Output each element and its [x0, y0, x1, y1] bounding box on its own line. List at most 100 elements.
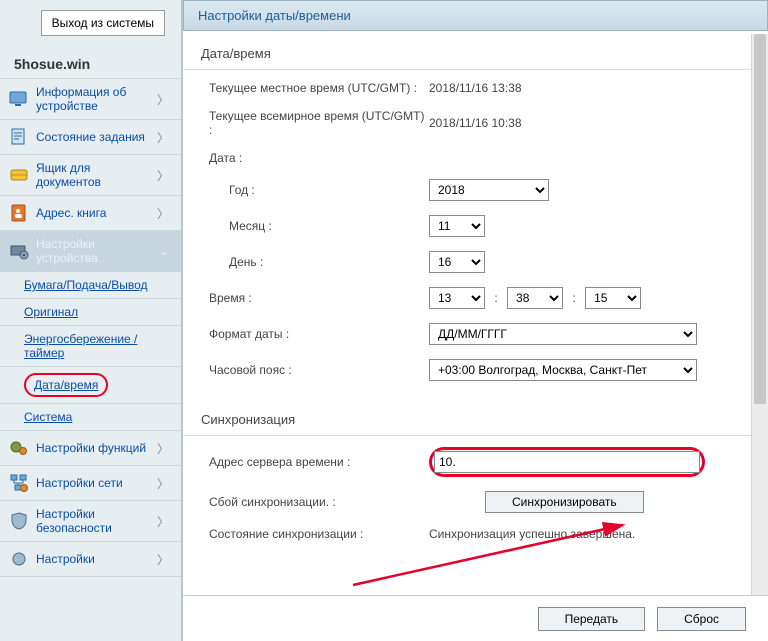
server-input-highlight [429, 447, 705, 477]
sidebar-sublist: Бумага/Подача/Вывод Оригинал Энергосбере… [0, 272, 181, 431]
page-icon [8, 126, 30, 148]
sidebar-item-doc-box[interactable]: Ящик для документов 〉 [0, 155, 181, 196]
panel-content: Дата/время Текущее местное время (UTC/GM… [183, 34, 768, 595]
row-timezone: Часовой пояс : +03:00 Волгоград, Москва,… [183, 352, 768, 388]
sub-item-paper[interactable]: Бумага/Подача/Вывод [0, 272, 181, 299]
chevron-right-icon: 〉 [157, 129, 173, 146]
sidebar-item-label: Настройки безопасности [36, 507, 157, 535]
row-year: Год : 2018 [183, 172, 768, 208]
row-world-time: Текущее всемирное время (UTC/GMT) : 2018… [183, 102, 768, 144]
chevron-right-icon: 〉 [157, 513, 173, 530]
network-icon [8, 472, 30, 494]
colon-separator: : [566, 291, 581, 305]
printer-gear-icon [8, 240, 30, 262]
sub-item-label: Дата/время [24, 373, 108, 397]
date-format-select[interactable]: ДД/ММ/ГГГГ [429, 323, 697, 345]
gears-icon [8, 437, 30, 459]
sidebar-item-network-settings[interactable]: Настройки сети 〉 [0, 466, 181, 501]
chevron-right-icon: 〉 [157, 440, 173, 457]
sidebar-item-label: Настройки сети [36, 476, 157, 490]
sub-item-original[interactable]: Оригинал [0, 299, 181, 326]
sub-item-label: Система [24, 410, 72, 424]
time-label: Время : [183, 291, 429, 305]
sidebar-item-label: Состояние задания [36, 130, 157, 144]
row-month: Месяц : 11 [183, 208, 768, 244]
reset-button[interactable]: Сброс [657, 607, 746, 631]
row-date-format: Формат даты : ДД/ММ/ГГГГ [183, 316, 768, 352]
minute-select[interactable]: 38 [507, 287, 563, 309]
sync-button[interactable]: Синхронизировать [485, 491, 644, 513]
footer-bar: Передать Сброс [183, 595, 768, 641]
sub-item-system[interactable]: Система [0, 404, 181, 431]
sidebar: Выход из системы 5hosue.win Информация о… [0, 0, 183, 641]
panel-title: Настройки даты/времени [183, 0, 768, 31]
hour-select[interactable]: 13 [429, 287, 485, 309]
chevron-right-icon: 〉 [157, 167, 173, 184]
sidebar-item-label: Информация об устройстве [36, 85, 157, 113]
row-sync-state: Состояние синхронизации : Синхронизация … [183, 520, 768, 548]
timezone-select[interactable]: +03:00 Волгоград, Москва, Санкт-Пет [429, 359, 697, 381]
submit-button[interactable]: Передать [538, 607, 646, 631]
sub-item-datetime[interactable]: Дата/время [0, 367, 181, 404]
time-server-label: Адрес сервера времени : [183, 455, 429, 469]
chevron-down-icon: ⌄ [159, 244, 173, 258]
month-label: Месяц : [183, 219, 429, 233]
sidebar-item-device-info[interactable]: Информация об устройстве 〉 [0, 78, 181, 120]
chevron-right-icon: 〉 [157, 91, 173, 108]
drawer-icon [8, 164, 30, 186]
sub-item-label: Энергосбережение / таймер [24, 332, 137, 360]
scrollbar-thumb[interactable] [754, 34, 766, 404]
sync-state-label: Состояние синхронизации : [183, 527, 429, 541]
monitor-icon [8, 88, 30, 110]
row-server: Адрес сервера времени : [183, 440, 768, 484]
chevron-right-icon: 〉 [157, 551, 173, 568]
day-label: День : [183, 255, 429, 269]
sidebar-item-device-settings[interactable]: Настройки устройства ⌄ [0, 231, 181, 272]
second-select[interactable]: 15 [585, 287, 641, 309]
sidebar-item-address-book[interactable]: Адрес. книга 〉 [0, 196, 181, 231]
row-time: Время : 13 : 38 : 15 [183, 280, 768, 316]
main-panel: Настройки даты/времени Дата/время Текуще… [183, 0, 768, 641]
colon-separator: : [488, 291, 503, 305]
world-time-label: Текущее всемирное время (UTC/GMT) : [183, 109, 429, 137]
row-local-time: Текущее местное время (UTC/GMT) : 2018/1… [183, 74, 768, 102]
sidebar-item-label: Ящик для документов [36, 161, 157, 189]
host-label: 5hosue.win [0, 52, 181, 78]
time-server-input[interactable] [434, 451, 700, 473]
year-select[interactable]: 2018 [429, 179, 549, 201]
local-time-label: Текущее местное время (UTC/GMT) : [183, 81, 429, 95]
sidebar-item-label: Настройки [36, 552, 157, 566]
chevron-right-icon: 〉 [157, 475, 173, 492]
sidebar-item-label: Настройки функций [36, 441, 157, 455]
world-time-value: 2018/11/16 10:38 [429, 116, 768, 130]
date-label: Дата : [183, 151, 429, 165]
logout-button[interactable]: Выход из системы [41, 10, 165, 36]
sync-fail-label: Сбой синхронизации. : [183, 495, 429, 509]
sidebar-item-label: Адрес. книга [36, 206, 157, 220]
sub-item-energy[interactable]: Энергосбережение / таймер [0, 326, 181, 367]
day-select[interactable]: 16 [429, 251, 485, 273]
section-sync: Синхронизация [183, 392, 768, 436]
logout-area: Выход из системы [0, 0, 181, 52]
chevron-right-icon: 〉 [157, 205, 173, 222]
book-icon [8, 202, 30, 224]
sub-item-label: Оригинал [24, 305, 78, 319]
sync-state-value: Синхронизация успешно завершена. [429, 527, 768, 541]
row-day: День : 16 [183, 244, 768, 280]
year-label: Год : [183, 183, 429, 197]
sidebar-item-job-status[interactable]: Состояние задания 〉 [0, 120, 181, 155]
shield-icon [8, 510, 30, 532]
gear-icon [8, 548, 30, 570]
month-select[interactable]: 11 [429, 215, 485, 237]
sidebar-item-settings[interactable]: Настройки 〉 [0, 542, 181, 577]
section-datetime: Дата/время [183, 34, 768, 70]
sidebar-item-function-settings[interactable]: Настройки функций 〉 [0, 431, 181, 466]
timezone-label: Часовой пояс : [183, 363, 429, 377]
row-date: Дата : [183, 144, 768, 172]
vertical-scrollbar[interactable] [751, 34, 768, 595]
local-time-value: 2018/11/16 13:38 [429, 81, 768, 95]
sidebar-item-security-settings[interactable]: Настройки безопасности 〉 [0, 501, 181, 542]
date-format-label: Формат даты : [183, 327, 429, 341]
sidebar-item-label: Настройки устройства [36, 237, 159, 265]
sub-item-label: Бумага/Подача/Вывод [24, 278, 148, 292]
